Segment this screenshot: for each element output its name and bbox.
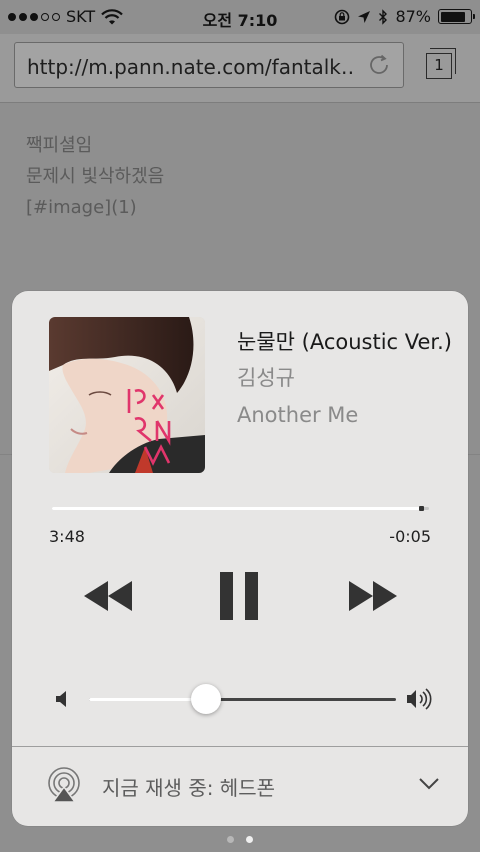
page-dot[interactable] [246,836,253,843]
volume-track[interactable] [89,684,396,714]
location-arrow-icon [358,10,371,23]
remaining-time: -0:05 [389,527,431,546]
song-title: 눈물만 (Acoustic Ver.) [237,330,452,354]
album-artwork [49,317,205,473]
pause-bar [220,572,233,620]
song-album: Another Me [237,403,359,427]
url-text[interactable]: http://m.pann.nate.com/fantalk… [27,55,352,79]
volume-fill [89,698,206,701]
chevron-down-icon[interactable] [418,777,440,791]
status-bar: SKT 오전 7:10 87% [0,0,480,34]
volume-min-icon [56,691,66,707]
status-bar-right: 87% [334,7,475,26]
track-info[interactable]: 눈물만 (Acoustic Ver.) 김성규 Another Me [237,327,452,430]
song-artist: 김성규 [237,366,295,390]
airplay-route-label: 지금 재생 중: 헤드폰 [102,776,276,800]
browser-toolbar: http://m.pann.nate.com/fantalk… 1 [0,34,480,103]
article-line: 문제시 빛삭하겠음 [26,166,165,187]
airplay-icon [48,767,80,803]
bluetooth-icon [379,8,388,25]
playback-scrubber[interactable] [52,506,429,511]
elapsed-time: 3:48 [49,527,85,546]
battery-icon [438,9,475,24]
album-artwork-image [49,317,205,473]
battery-level [440,11,465,22]
orientation-lock-icon [335,9,350,24]
article-text: 짹피셜임 문제시 빛삭하겠음 [#image](1) [26,130,164,223]
fast-forward-icon[interactable] [347,581,399,611]
volume-slider[interactable] [54,683,434,715]
volume-max-icon [407,688,432,710]
article-line: 짹피셜임 [26,135,93,156]
scrubber-fill [52,507,422,510]
tabs-button[interactable]: 1 [426,47,456,79]
tab-count: 1 [426,53,452,79]
article-line: [#image](1) [26,197,137,218]
battery-percent: 87% [395,7,431,26]
now-playing-panel: 눈물만 (Acoustic Ver.) 김성규 Another Me 3:48 … [12,291,468,826]
pause-bar [245,572,258,620]
address-bar[interactable]: http://m.pann.nate.com/fantalk… [14,42,404,88]
page-indicator[interactable] [0,836,480,843]
reload-icon[interactable] [367,53,391,77]
volume-knob[interactable] [190,684,221,714]
pause-icon[interactable] [220,572,258,620]
page-dot[interactable] [227,836,234,843]
airplay-route-button[interactable]: 지금 재생 중: 헤드폰 [12,747,468,826]
scrubber-knob[interactable] [419,506,425,511]
rewind-icon[interactable] [82,581,134,611]
